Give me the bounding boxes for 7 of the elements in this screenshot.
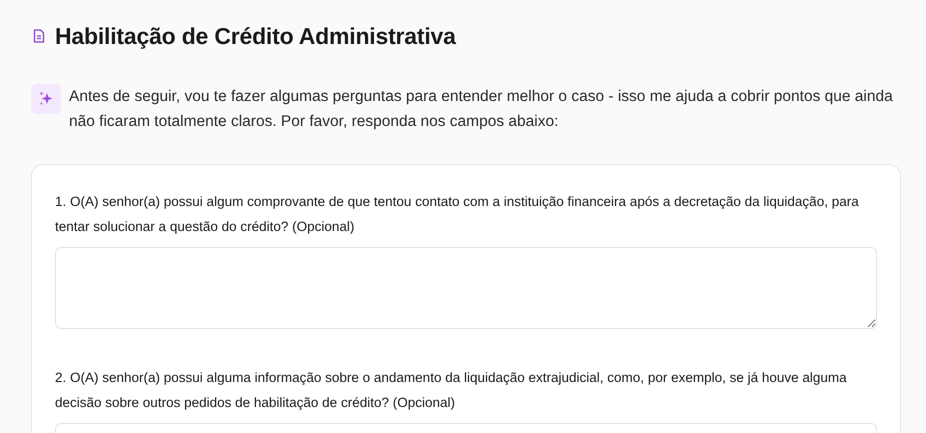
intro-text: Antes de seguir, vou te fazer algumas perguntas para entender melhor o caso - isso me ajuda a cobrir pontos que ainda não ficaram totalmente claros. Por favor, responda nos campos abaixo: [69,87,894,132]
sparkle-icon [31,84,61,114]
page-title: Habilitação de Crédito Administrativa [55,22,456,51]
question-label: 2. O(A) senhor(a) possui alguma informação sobre o andamento da liquidação extrajudicial, como, por exemplo, se já houve alguma decisão sobre outros pedidos de habilitação de crédito? (Opcional) [55,369,848,412]
question-label: 1. O(A) senhor(a) possui algum comprovante de que tentou contato com a instituição financeira após a decretação da liquidação, para tentar solucionar a questão do crédito? (Opcional) [55,193,860,236]
document-icon [33,29,45,43]
answer-box[interactable] [55,247,877,329]
